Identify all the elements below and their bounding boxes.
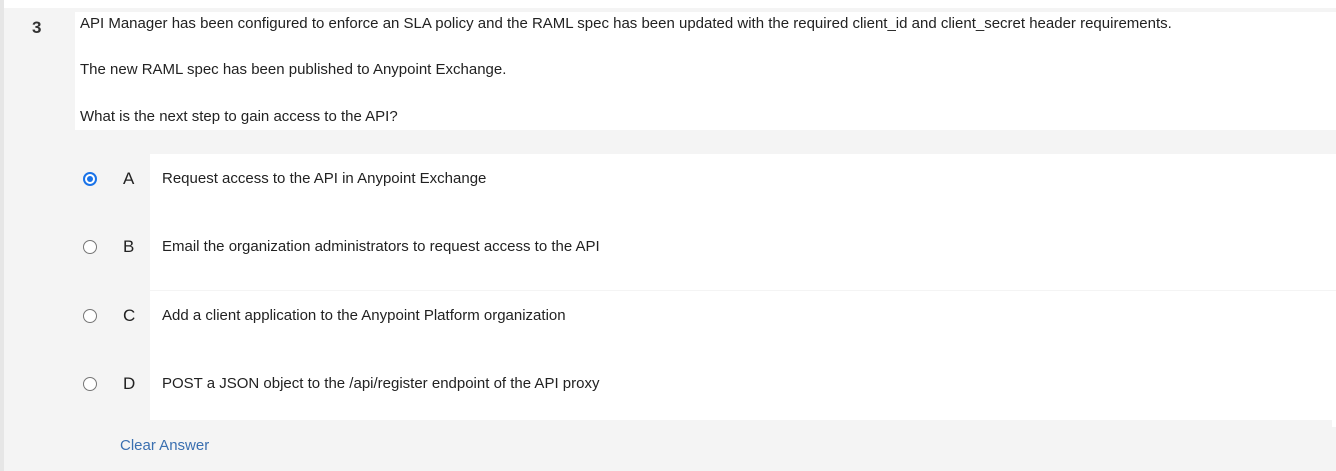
option-body [150,154,1336,222]
radio-option-c[interactable] [83,309,97,323]
option-body [150,222,1336,290]
option-text[interactable]: Email the organization administrators to… [162,238,600,255]
option-a[interactable]: A Request access to the API in Anypoint … [4,154,1336,222]
option-b[interactable]: B Email the organization administrators … [4,222,1336,290]
option-text[interactable]: Request access to the API in Anypoint Ex… [162,170,486,187]
stem-paragraph: API Manager has been configured to enfor… [80,15,1172,32]
question-card: 3 API Manager has been configured to enf… [4,8,1336,471]
radio-option-d[interactable] [83,377,97,391]
quiz-page: 3 API Manager has been configured to enf… [0,0,1336,471]
option-letter: A [123,169,135,188]
answer-options: A Request access to the API in Anypoint … [4,154,1336,428]
option-gutter [70,359,150,427]
option-body [150,291,1336,359]
question-number: 3 [32,18,42,37]
clear-answer-bar: Clear Answer [66,420,1332,463]
radio-option-a[interactable] [83,172,97,186]
question-stem: API Manager has been configured to enfor… [75,12,1336,130]
option-letter: B [123,237,135,256]
stem-paragraph: What is the next step to gain access to … [80,108,398,125]
radio-option-b[interactable] [83,240,97,254]
option-gutter [70,222,150,290]
stem-paragraph: The new RAML spec has been published to … [80,61,507,78]
option-d[interactable]: D POST a JSON object to the /api/registe… [4,359,1336,427]
option-gutter [70,154,150,222]
option-gutter [70,291,150,359]
option-body [150,359,1336,427]
option-text[interactable]: POST a JSON object to the /api/register … [162,375,599,392]
option-letter: D [123,374,136,393]
clear-answer-link[interactable]: Clear Answer [120,437,209,454]
option-c[interactable]: C Add a client application to the Anypoi… [4,291,1336,359]
option-letter: C [123,306,136,325]
option-text[interactable]: Add a client application to the Anypoint… [162,307,566,324]
